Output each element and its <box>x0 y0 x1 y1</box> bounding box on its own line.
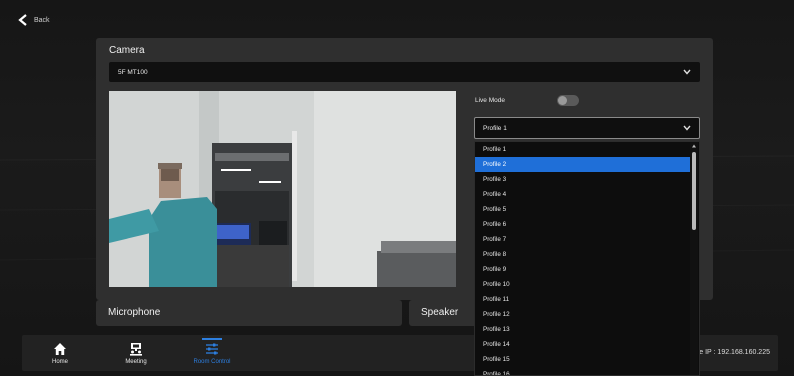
profile-select-value: Profile 1 <box>483 124 507 132</box>
nav-room-control[interactable]: Room Control <box>184 338 240 368</box>
scrollbar-thumb[interactable] <box>692 152 696 230</box>
meeting-icon <box>130 343 142 356</box>
profile-options: Profile 1 Profile 2 Profile 3 Profile 4 Prof… <box>475 142 699 375</box>
speaker-title: Speaker <box>421 307 459 318</box>
chevron-down-icon <box>683 125 691 131</box>
profile-option[interactable]: Profile 7 <box>475 232 691 247</box>
active-indicator <box>202 338 222 340</box>
home-icon <box>54 343 66 355</box>
profile-option[interactable]: Profile 5 <box>475 202 691 217</box>
profile-option[interactable]: Profile 16 <box>475 367 691 375</box>
camera-select-value: 5F MT100 <box>118 68 148 76</box>
nav-room-control-label: Room Control <box>193 359 231 365</box>
profile-option[interactable]: Profile 15 <box>475 352 691 367</box>
profile-option[interactable]: Profile 4 <box>475 187 691 202</box>
camera-select[interactable]: 5F MT100 <box>109 62 700 82</box>
dropdown-scrollbar[interactable] <box>690 142 698 375</box>
live-mode-label: Live Mode <box>475 97 505 104</box>
profile-option[interactable]: Profile 8 <box>475 247 691 262</box>
microphone-title: Microphone <box>108 307 161 318</box>
back-arrow-icon <box>18 14 27 26</box>
sliders-icon <box>206 343 218 355</box>
scroll-up-icon <box>692 144 696 148</box>
profile-option[interactable]: Profile 14 <box>475 337 691 352</box>
nav-meeting-label: Meeting <box>125 359 147 365</box>
nav-home[interactable]: Home <box>32 338 88 368</box>
camera-preview <box>109 91 456 287</box>
live-mode-toggle[interactable] <box>557 95 579 106</box>
profile-select[interactable]: Profile 1 <box>474 117 700 139</box>
nav-home-label: Home <box>51 359 68 365</box>
device-ip: vice IP : 192.168.160.225 <box>690 349 770 356</box>
back-button[interactable]: Back <box>18 14 50 26</box>
profile-option[interactable]: Profile 13 <box>475 322 691 337</box>
profile-dropdown-list[interactable]: Profile 1 Profile 2 Profile 3 Profile 4 Prof… <box>474 141 700 376</box>
nav-meeting[interactable]: Meeting <box>108 338 164 368</box>
profile-option[interactable]: Profile 10 <box>475 277 691 292</box>
microphone-card[interactable]: Microphone <box>96 300 402 326</box>
profile-option[interactable]: Profile 9 <box>475 262 691 277</box>
profile-option[interactable]: Profile 6 <box>475 217 691 232</box>
profile-option[interactable]: Profile 12 <box>475 307 691 322</box>
speaker-card[interactable]: Speaker <box>409 300 477 326</box>
chevron-down-icon <box>683 69 691 75</box>
profile-option[interactable]: Profile 2 <box>475 157 691 172</box>
back-label: Back <box>34 16 50 24</box>
camera-feed-image <box>109 91 456 287</box>
profile-option[interactable]: Profile 3 <box>475 172 691 187</box>
toggle-knob <box>558 96 567 105</box>
profile-option[interactable]: Profile 1 <box>475 142 691 157</box>
profile-option[interactable]: Profile 11 <box>475 292 691 307</box>
camera-title: Camera <box>109 45 145 56</box>
